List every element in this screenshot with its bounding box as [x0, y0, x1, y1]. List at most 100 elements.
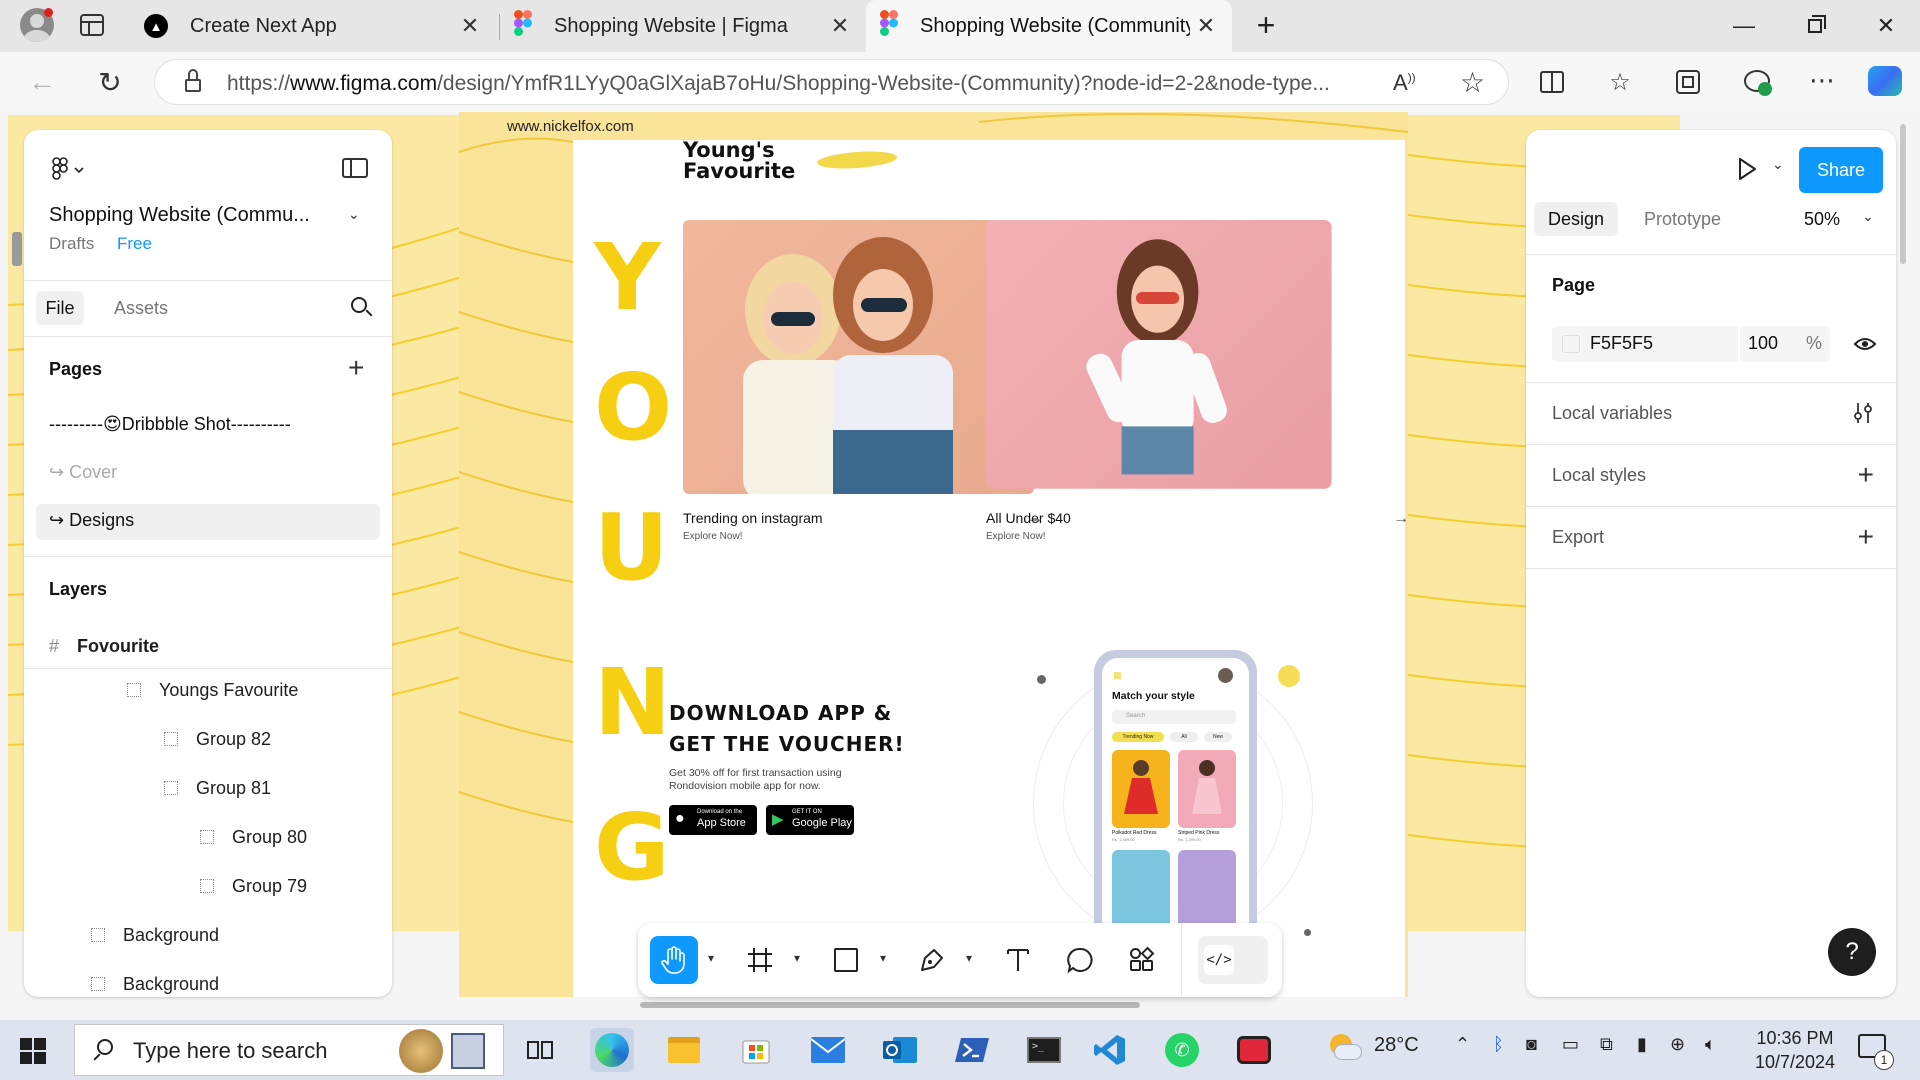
app-store-button[interactable]: ● Download on the App Store [669, 805, 757, 835]
tab-figma-shopping-website[interactable]: Shopping Website | Figma ✕ [500, 0, 866, 52]
help-button[interactable]: ? [1828, 928, 1876, 976]
photo-card-trending[interactable] [683, 220, 1034, 494]
tab-actions-icon[interactable] [80, 14, 104, 36]
layer-row-background-1[interactable]: Background [24, 915, 392, 955]
layer-row-group-82[interactable]: Group 82 [24, 719, 392, 759]
plan-badge[interactable]: Free [117, 234, 152, 254]
page-item-cover[interactable]: ↪ Cover [49, 462, 117, 483]
layer-row-group-80[interactable]: Group 80 [24, 817, 392, 857]
vscode-icon[interactable] [1088, 1028, 1132, 1072]
show-hidden-icons-chevron-icon[interactable]: ⌃ [1455, 1034, 1470, 1055]
design-frame-fovourite[interactable]: www.nickelfox.com Young's Favourite Tren… [459, 112, 1408, 997]
weather-icon[interactable] [1326, 1032, 1362, 1064]
comment-tool-button[interactable] [1056, 936, 1104, 984]
card2-arrow-icon[interactable]: → [1393, 510, 1408, 528]
pen-tool-button[interactable] [908, 936, 956, 984]
screen-recorder-icon[interactable] [1232, 1028, 1276, 1072]
device-tray-icon[interactable]: ⧉ [1600, 1034, 1613, 1055]
add-style-icon[interactable]: + [1858, 459, 1874, 491]
battery-icon[interactable]: ▭ [1562, 1034, 1579, 1055]
share-button[interactable]: Share [1799, 147, 1883, 193]
layer-row-group-79[interactable]: Group 79 [24, 866, 392, 906]
close-tab-icon[interactable]: ✕ [828, 14, 852, 38]
tab-design[interactable]: Design [1534, 202, 1618, 236]
terminal-icon[interactable]: >_ [1022, 1028, 1066, 1072]
file-explorer-icon[interactable] [662, 1028, 706, 1072]
main-menu-button[interactable] [50, 156, 90, 184]
zoom-level[interactable]: 50% [1804, 209, 1840, 230]
visibility-eye-icon[interactable] [1853, 334, 1877, 354]
minimize-button[interactable]: — [1724, 10, 1764, 42]
toggle-sidebar-icon[interactable] [342, 158, 368, 178]
search-icon[interactable] [349, 295, 375, 321]
shape-tool-button[interactable] [822, 936, 870, 984]
hand-tool-button[interactable] [650, 936, 698, 984]
google-play-button[interactable]: ▶ GET IT ON Google Play [766, 805, 854, 835]
new-tab-button[interactable]: + [1248, 8, 1284, 44]
edge-taskbar-icon[interactable] [590, 1028, 634, 1072]
outlook-icon[interactable] [878, 1028, 922, 1072]
favorite-star-icon[interactable]: ☆ [1460, 66, 1485, 99]
close-window-button[interactable]: ✕ [1866, 10, 1906, 42]
read-aloud-icon[interactable]: A)) [1393, 70, 1416, 96]
recording-tray-icon[interactable]: ◙ [1526, 1034, 1537, 1055]
collections-icon[interactable] [1676, 70, 1700, 94]
tab-create-next-app[interactable]: ▲ Create Next App ✕ [130, 0, 496, 52]
photo-card-under-40[interactable] [986, 220, 1332, 489]
split-screen-icon[interactable] [1540, 71, 1564, 93]
add-page-icon[interactable]: + [348, 352, 364, 384]
close-tab-icon[interactable]: ✕ [458, 14, 482, 38]
volume-icon[interactable]: 🔈︎ [1705, 1034, 1716, 1055]
present-options-chevron-icon[interactable]: ⌄ [1772, 156, 1784, 173]
layer-row-background-2[interactable]: Background [24, 964, 392, 997]
back-icon[interactable]: ← [22, 62, 62, 102]
text-tool-button[interactable] [994, 936, 1042, 984]
browser-essentials-icon[interactable] [1744, 68, 1772, 96]
clock[interactable]: 10:36 PM 10/7/2024 [1740, 1026, 1850, 1074]
layer-row-group-81[interactable]: Group 81 [24, 768, 392, 808]
add-export-icon[interactable]: + [1858, 521, 1874, 553]
weather-temperature[interactable]: 28°C [1374, 1034, 1419, 1057]
close-tab-icon[interactable]: ✕ [1194, 14, 1218, 38]
mail-icon[interactable] [806, 1028, 850, 1072]
favorites-icon[interactable]: ☆ [1600, 62, 1640, 102]
page-item-dribbble-shot[interactable]: ---------😍Dribbble Shot---------- [49, 414, 291, 435]
local-variables-row[interactable]: Local variables [1526, 383, 1896, 443]
frame-tool-button[interactable] [736, 936, 784, 984]
tab-file[interactable]: File [36, 291, 84, 325]
powershell-icon[interactable] [950, 1028, 994, 1072]
color-swatch[interactable] [1562, 335, 1580, 353]
present-play-icon[interactable] [1732, 155, 1760, 183]
phone-mockup[interactable]: Match your style Search Trending Now All… [1094, 650, 1257, 970]
file-title-chevron-icon[interactable]: ⌄ [348, 206, 360, 223]
more-options-icon[interactable]: ⋯ [1802, 60, 1842, 100]
canvas-vertical-scrollbar[interactable] [1900, 124, 1906, 264]
start-button[interactable] [20, 1038, 46, 1064]
page-color-field[interactable]: F5F5F5 100 % [1552, 326, 1830, 362]
task-view-icon[interactable] [518, 1028, 562, 1072]
taskbar-search-box[interactable]: Type here to search [74, 1024, 504, 1076]
microphone-icon[interactable]: ▮ [1637, 1034, 1647, 1055]
restore-button[interactable] [1796, 10, 1836, 42]
canvas-horizontal-scrollbar[interactable] [640, 1002, 1140, 1008]
tab-figma-community-active[interactable]: Shopping Website (Community) – ✕ [866, 0, 1232, 52]
actions-tool-button[interactable] [1118, 936, 1166, 984]
layer-row-youngs-favourite[interactable]: Youngs Favourite [24, 670, 392, 710]
canvas-left-scroll-handle[interactable] [12, 232, 22, 266]
layer-row-fovourite[interactable]: # Fovourite [24, 626, 392, 666]
microsoft-store-icon[interactable] [734, 1028, 778, 1072]
hand-tool-chevron-icon[interactable]: ▾ [708, 951, 714, 965]
variables-sliders-icon[interactable] [1852, 401, 1874, 425]
dev-mode-toggle[interactable]: </> [1198, 936, 1268, 984]
export-row[interactable]: Export + [1526, 507, 1896, 567]
tab-prototype[interactable]: Prototype [1644, 209, 1721, 230]
zoom-chevron-icon[interactable]: ⌄ [1862, 208, 1874, 225]
file-location[interactable]: Drafts [49, 234, 94, 254]
refresh-icon[interactable]: ↻ [90, 62, 130, 102]
url-field[interactable]: https://www.figma.com/design/YmfR1LYyQ0a… [154, 59, 1509, 105]
local-styles-row[interactable]: Local styles + [1526, 445, 1896, 505]
pen-tool-chevron-icon[interactable]: ▾ [966, 951, 972, 965]
bluetooth-icon[interactable]: ᛒ [1493, 1034, 1504, 1055]
page-item-designs[interactable]: ↪ Designs [36, 504, 380, 540]
page-color-value[interactable]: F5F5F5 [1590, 333, 1653, 354]
